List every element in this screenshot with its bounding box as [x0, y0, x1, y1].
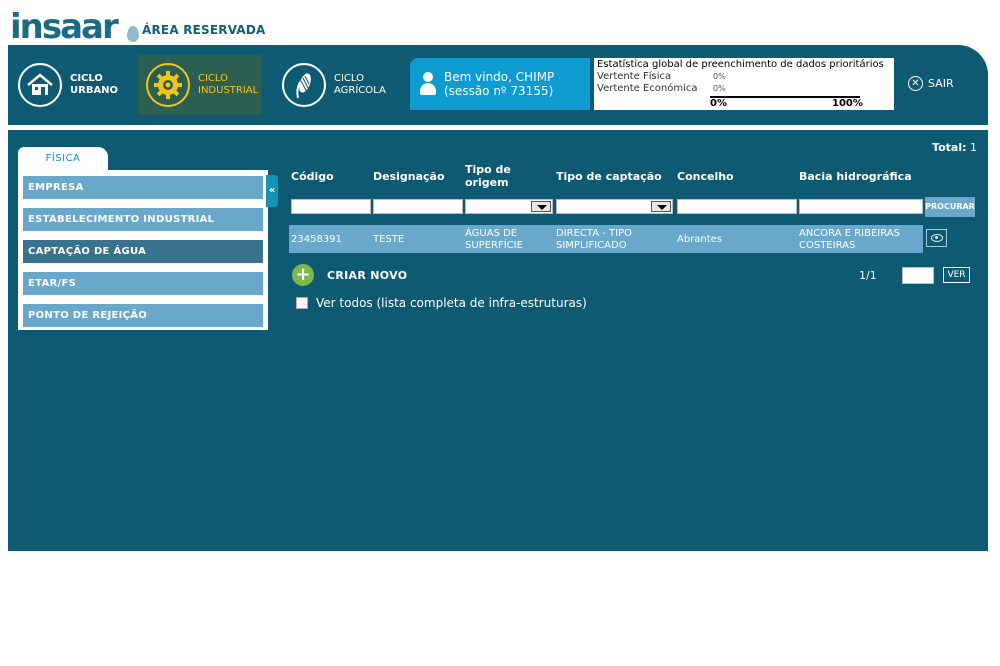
header-codigo: Código	[291, 170, 334, 183]
sidebar-panel: EMPRESA ESTABELECIMENTO INDUSTRIAL CAPTA…	[18, 170, 268, 330]
header-tipo-origem: Tipo de origem	[465, 163, 511, 189]
eye-icon	[930, 234, 943, 242]
stats-row-value: 0%	[713, 84, 726, 93]
cell-tipo-origem: ÁGUAS DE SUPERFÍCIE	[465, 228, 523, 252]
stats-row-fisica: Vertente Física 0%	[597, 71, 891, 83]
stats-scale-max: 100%	[832, 98, 863, 109]
view-record-button[interactable]	[926, 229, 947, 247]
sidebar-item-empresa[interactable]: EMPRESA	[23, 176, 263, 199]
procurar-button[interactable]: PROCURAR	[925, 197, 975, 217]
house-icon	[18, 63, 62, 107]
filter-tipo-captacao-select[interactable]	[556, 199, 673, 214]
cell-tipo-captacao-line2: SIMPLIFICADO	[556, 240, 627, 251]
main-content: FÍSICA EMPRESA ESTABELECIMENTO INDUSTRIA…	[8, 130, 988, 551]
stats-title: Estatística global de preenchimento de d…	[597, 59, 884, 70]
gear-icon	[146, 63, 190, 107]
top-navigation-bar: CICLO URBANO CICLO INDUSTRIAL CICLO AGRÍ…	[8, 45, 988, 125]
cell-bacia-line1: ANCORA E RIBEIRAS	[799, 228, 900, 239]
nav-industrial-line2: INDUSTRIAL	[198, 85, 259, 96]
header-concelho: Concelho	[677, 170, 734, 183]
cell-bacia: ANCORA E RIBEIRAS COSTEIRAS	[799, 228, 900, 252]
stats-scale-min: 0%	[710, 98, 727, 109]
criar-novo-button[interactable]: + CRIAR NOVO	[292, 264, 407, 286]
welcome-box: Bem vindo, CHIMP (sessão nº 73155)	[410, 58, 590, 110]
plus-icon: +	[292, 264, 314, 286]
cell-concelho: Abrantes	[677, 234, 723, 245]
sidebar-item-captacao-de-agua[interactable]: CAPTAÇÃO DE ÁGUA	[23, 240, 263, 263]
nav-ciclo-agricola[interactable]: CICLO AGRÍCOLA	[282, 55, 386, 115]
cell-codigo: 23458391	[291, 234, 342, 245]
header-tipo-origem-line1: Tipo de	[465, 163, 511, 176]
stats-panel: Estatística global de preenchimento de d…	[594, 58, 894, 110]
sidebar-item-ponto-de-rejeicao[interactable]: PONTO DE REJEIÇÃO	[23, 304, 263, 327]
stats-row-label: Vertente Económica	[597, 83, 698, 94]
collapse-sidebar-button[interactable]: «	[266, 175, 278, 207]
ver-todos-label: Ver todos (lista completa de infra-estru…	[316, 296, 587, 310]
nav-agricola-label: CICLO AGRÍCOLA	[334, 73, 386, 97]
sair-button[interactable]: ✕ SAIR	[908, 76, 954, 91]
stats-row-value: 0%	[713, 72, 726, 81]
area-reservada-label: ÁREA RESERVADA	[142, 23, 266, 37]
page-number-input[interactable]	[902, 267, 934, 284]
filter-concelho-input[interactable]	[677, 199, 797, 214]
ver-todos-checkbox[interactable]	[296, 297, 308, 309]
total-value: 1	[970, 141, 977, 154]
welcome-text: Bem vindo, CHIMP (sessão nº 73155)	[444, 70, 554, 98]
cell-bacia-line2: COSTEIRAS	[799, 240, 856, 251]
welcome-session: (sessão nº 73155)	[444, 84, 554, 98]
dropdown-arrow-icon	[531, 201, 551, 212]
ver-todos-option[interactable]: Ver todos (lista completa de infra-estru…	[296, 296, 587, 310]
user-icon	[418, 70, 438, 98]
cell-tipo-origem-line1: ÁGUAS DE	[465, 228, 518, 239]
nav-agricola-line2: AGRÍCOLA	[334, 85, 386, 96]
nav-agricola-line1: CICLO	[334, 73, 364, 84]
close-circle-icon: ✕	[908, 76, 923, 91]
sair-label: SAIR	[928, 77, 954, 90]
nav-industrial-label: CICLO INDUSTRIAL	[198, 73, 258, 97]
nav-ciclo-industrial[interactable]: CICLO INDUSTRIAL	[138, 55, 262, 115]
insaar-logo[interactable]: insaar	[10, 6, 139, 47]
cell-tipo-captacao-line1: DIRECTA - TIPO	[556, 228, 632, 239]
cell-tipo-captacao: DIRECTA - TIPO SIMPLIFICADO	[556, 228, 632, 252]
sidebar-item-estabelecimento-industrial[interactable]: ESTABELECIMENTO INDUSTRIAL	[23, 208, 263, 231]
header-bacia-hidrografica: Bacia hidrográfica	[799, 170, 912, 183]
ver-page-button[interactable]: VER	[943, 267, 970, 283]
total-count: Total: 1	[932, 141, 977, 154]
filter-tipo-origem-select[interactable]	[465, 199, 553, 214]
nav-ciclo-urbano[interactable]: CICLO URBANO	[18, 55, 118, 115]
nav-urbano-line1: CICLO	[70, 73, 103, 84]
filter-bacia-input[interactable]	[799, 199, 923, 214]
cell-tipo-origem-line2: SUPERFÍCIE	[465, 240, 523, 251]
header-designacao: Designação	[373, 170, 445, 183]
water-drop-icon	[127, 26, 139, 42]
stats-row-economica: Vertente Económica 0%	[597, 83, 891, 95]
cell-designacao: TESTE	[373, 234, 405, 245]
dropdown-arrow-icon	[651, 201, 671, 212]
page-indicator: 1/1	[859, 269, 877, 282]
criar-novo-label: CRIAR NOVO	[327, 268, 408, 282]
tab-fisica[interactable]: FÍSICA	[18, 147, 108, 171]
filter-designacao-input[interactable]	[373, 199, 463, 214]
total-label: Total:	[932, 141, 967, 154]
header-tipo-origem-line2: origem	[465, 176, 509, 189]
nav-industrial-line1: CICLO	[198, 73, 228, 84]
stats-row-label: Vertente Física	[597, 71, 672, 82]
filter-codigo-input[interactable]	[291, 199, 371, 214]
corn-icon	[282, 63, 326, 107]
welcome-user: Bem vindo, CHIMP	[444, 70, 555, 84]
nav-urbano-line2: URBANO	[70, 85, 119, 96]
logo-text: insaar	[10, 7, 119, 47]
nav-urbano-label: CICLO URBANO	[70, 73, 118, 97]
header-tipo-captacao: Tipo de captação	[556, 170, 662, 183]
sidebar-item-etar-fs[interactable]: ETAR/FS	[23, 272, 263, 295]
